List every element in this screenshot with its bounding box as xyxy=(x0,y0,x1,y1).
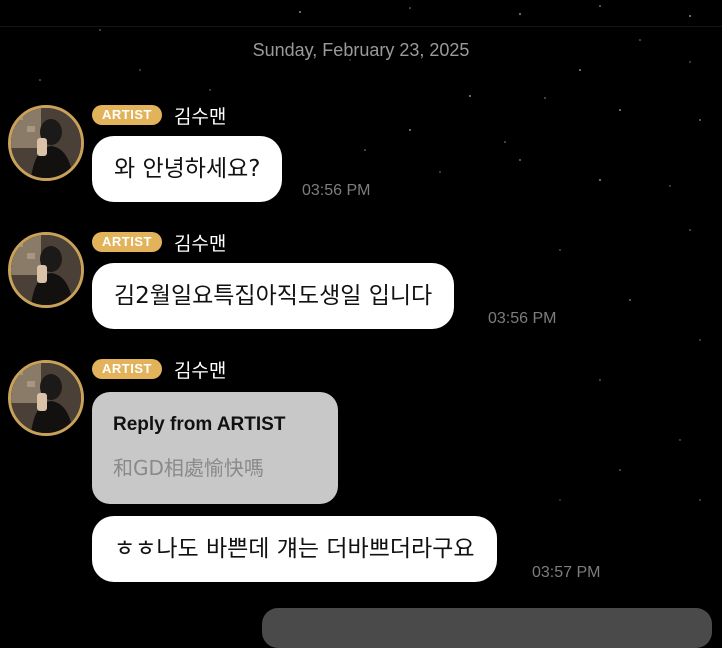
sender-name: 김수맨 xyxy=(173,232,227,255)
sender-name: 김수맨 xyxy=(173,359,227,382)
message-bubble[interactable]: 와 안녕하세요? xyxy=(92,136,283,202)
message-bubble[interactable]: ㅎㅎ나도 바쁜데 걔는 더바쁘더라구요 xyxy=(92,516,497,582)
avatar[interactable] xyxy=(8,105,84,181)
date-divider: Sunday, February 23, 2025 xyxy=(252,40,470,60)
avatar[interactable] xyxy=(8,232,84,308)
reply-title: Reply from ARTIST xyxy=(113,414,286,435)
avatar-photo-icon xyxy=(11,363,81,433)
message-time: 03:56 PM xyxy=(302,182,371,199)
reply-quote-card[interactable]: Reply from ARTIST 和GD相處愉快嗎 xyxy=(92,392,338,504)
message-bubble[interactable]: 김2월일요특집아직도생일 입니다 xyxy=(92,263,455,329)
partial-message-bubble[interactable] xyxy=(262,608,712,648)
artist-badge: ARTIST xyxy=(92,232,162,252)
artist-badge: ARTIST xyxy=(92,359,162,379)
artist-badge: ARTIST xyxy=(92,105,162,125)
sender-row: ARTIST 김수맨 xyxy=(92,357,227,382)
message-time: 03:56 PM xyxy=(488,310,557,327)
avatar-photo-icon xyxy=(11,108,81,178)
sender-row: ARTIST 김수맨 xyxy=(92,230,227,255)
sender-row: ARTIST 김수맨 xyxy=(92,103,227,128)
reply-quoted-text: 和GD相處愉快嗎 xyxy=(113,456,264,480)
top-bar-edge xyxy=(0,0,722,27)
avatar-photo-icon xyxy=(11,235,81,305)
avatar[interactable] xyxy=(8,360,84,436)
message-time: 03:57 PM xyxy=(532,564,601,581)
sender-name: 김수맨 xyxy=(173,105,227,128)
